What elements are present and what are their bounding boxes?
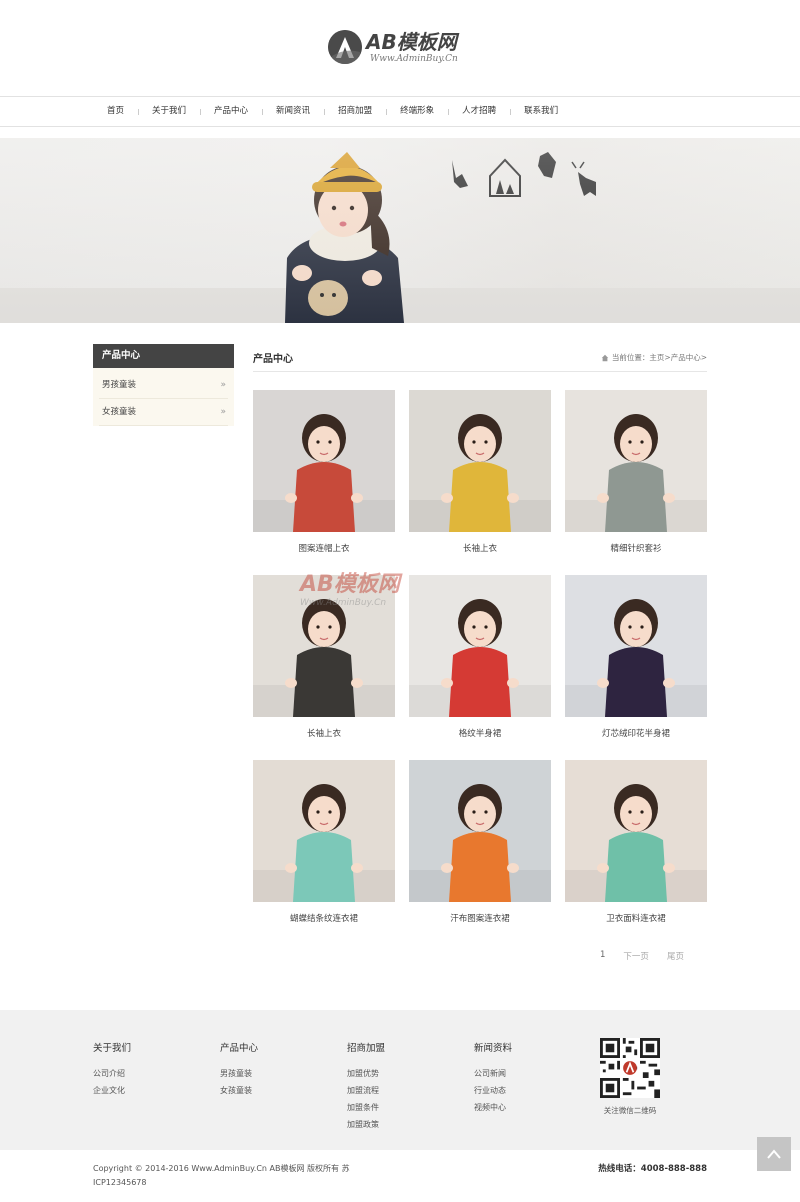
logo-icon	[328, 30, 362, 64]
product-image[interactable]	[565, 390, 707, 532]
sidebar: 产品中心 男孩童装 » 女孩童装 »	[93, 344, 234, 426]
footer-column-title[interactable]: 产品中心	[220, 1040, 258, 1054]
site-footer: 关于我们公司介绍 企业文化 产品中心男孩童装 女孩童装 招商加盟加盟优势 加盟流程 加盟条件…	[0, 1010, 800, 1150]
watermark-title: AB模板网	[300, 572, 400, 597]
qr-code-icon	[600, 1038, 660, 1098]
page-last[interactable]: 尾页	[667, 950, 684, 962]
site-header: AB模板网 Www.AdminBuy.Cn	[0, 0, 800, 96]
watermark: AB模板网 Www.AdminBuy.Cn	[300, 566, 400, 608]
product-image[interactable]	[253, 760, 395, 902]
nav-item[interactable]: 终端形象	[386, 97, 448, 126]
footer-link[interactable]: 行业动态	[474, 1082, 512, 1099]
nav-item[interactable]: 招商加盟	[324, 97, 386, 126]
product-caption[interactable]: 长袖上衣	[253, 727, 395, 739]
breadcrumb-home[interactable]: 主页	[649, 352, 664, 363]
logo-subtitle: Www.AdminBuy.Cn	[370, 54, 458, 64]
product-caption[interactable]: 图案连帽上衣	[253, 542, 395, 554]
footer-link[interactable]: 女孩童装	[220, 1082, 258, 1099]
footer-column-title[interactable]: 关于我们	[93, 1040, 131, 1054]
main-content: 产品中心 当前位置： 主页 > 产品中心 > 图案连帽上衣 长袖上衣 精细针织套衫长…	[253, 344, 707, 924]
product-image[interactable]	[253, 390, 395, 532]
breadcrumb-tail: >	[700, 353, 707, 362]
footer-column: 关于我们公司介绍 企业文化	[93, 1040, 131, 1099]
breadcrumb-current[interactable]: 产品中心	[671, 352, 701, 363]
product-card[interactable]: 蝴蝶结条纹连衣裙	[253, 760, 395, 924]
product-caption[interactable]: 蝴蝶结条纹连衣裙	[253, 912, 395, 924]
product-image[interactable]	[409, 760, 551, 902]
product-image[interactable]	[409, 575, 551, 717]
product-card[interactable]: 汗布图案连衣裙	[409, 760, 551, 924]
main-header: 产品中心 当前位置： 主页 > 产品中心 >	[253, 344, 707, 372]
product-image[interactable]	[565, 760, 707, 902]
footer-link[interactable]: 加盟优势	[347, 1065, 385, 1082]
footer-link[interactable]: 加盟流程	[347, 1082, 385, 1099]
hero-banner[interactable]	[0, 138, 800, 323]
nav-item[interactable]: 关于我们	[138, 97, 200, 126]
product-caption[interactable]: 汗布图案连衣裙	[409, 912, 551, 924]
copyright: Copyright © 2014-2016 Www.AdminBuy.Cn AB…	[93, 1164, 350, 1187]
breadcrumb-prefix: 当前位置：	[611, 353, 650, 362]
footer-column-title[interactable]: 新闻资料	[474, 1040, 512, 1054]
product-caption[interactable]: 卫衣面料连衣裙	[565, 912, 707, 924]
sidebar-item[interactable]: 女孩童装 »	[99, 399, 228, 426]
footer-column: 产品中心男孩童装 女孩童装	[220, 1040, 258, 1099]
nav-item[interactable]: 联系我们	[510, 97, 572, 126]
hotline: 热线电话：4008-888-888	[598, 1164, 707, 1174]
product-card[interactable]: 精细针织套衫	[565, 390, 707, 554]
product-card[interactable]: 图案连帽上衣	[253, 390, 395, 554]
home-icon	[601, 354, 609, 361]
logo-title: AB模板网	[366, 30, 457, 54]
footer-column-title[interactable]: 招商加盟	[347, 1040, 385, 1054]
sidebar-item-label: 女孩童装	[102, 407, 137, 417]
footer-column: 招商加盟加盟优势 加盟流程 加盟条件 加盟政策	[347, 1040, 385, 1133]
product-card[interactable]: 卫衣面料连衣裙	[565, 760, 707, 924]
nav-item[interactable]: 人才招聘	[448, 97, 510, 126]
product-image[interactable]	[565, 575, 707, 717]
product-caption[interactable]: 精细针织套衫	[565, 542, 707, 554]
page-next[interactable]: 下一页	[623, 950, 649, 962]
sidebar-item[interactable]: 男孩童装 »	[99, 372, 228, 399]
footer-column: 新闻资料公司新闻 行业动态 视频中心	[474, 1040, 512, 1116]
sidebar-item-label: 男孩童装	[102, 380, 137, 390]
site-logo[interactable]: AB模板网 Www.AdminBuy.Cn	[328, 30, 478, 70]
footer-link[interactable]: 公司介绍	[93, 1065, 131, 1082]
pagination: 1 下一页 尾页	[600, 950, 702, 962]
footer-link[interactable]: 视频中心	[474, 1099, 512, 1116]
product-card[interactable]: 格纹半身裙	[409, 575, 551, 739]
footer-link[interactable]: 企业文化	[93, 1082, 131, 1099]
wechat-qr: 关注微信二维码	[600, 1038, 660, 1116]
product-image[interactable]	[409, 390, 551, 532]
page-title: 产品中心	[253, 354, 293, 365]
back-to-top-button[interactable]	[757, 1137, 791, 1171]
chevron-right-icon: »	[220, 380, 226, 390]
footer-link[interactable]: 公司新闻	[474, 1065, 512, 1082]
sidebar-title: 产品中心	[93, 344, 234, 368]
breadcrumb: 当前位置： 主页 > 产品中心 >	[601, 352, 707, 363]
nav-item[interactable]: 首页	[93, 97, 138, 126]
product-caption[interactable]: 长袖上衣	[409, 542, 551, 554]
product-caption[interactable]: 格纹半身裙	[409, 727, 551, 739]
sidebar-list: 男孩童装 » 女孩童装 »	[93, 368, 234, 426]
page-current[interactable]: 1	[600, 950, 605, 962]
footer-link[interactable]: 男孩童装	[220, 1065, 258, 1082]
nav-item[interactable]: 产品中心	[200, 97, 262, 126]
qr-caption: 关注微信二维码	[603, 1106, 657, 1115]
product-card[interactable]: 长袖上衣	[409, 390, 551, 554]
nav-item[interactable]: 新闻资讯	[262, 97, 324, 126]
main-nav: 首页 关于我们 产品中心 新闻资讯 招商加盟 终端形象 人才招聘 联系我们	[0, 96, 800, 127]
footer-link[interactable]: 加盟条件	[347, 1099, 385, 1116]
product-card[interactable]: 灯芯绒印花半身裙	[565, 575, 707, 739]
footer-link[interactable]: 加盟政策	[347, 1116, 385, 1133]
watermark-subtitle: Www.AdminBuy.Cn	[300, 598, 387, 608]
chevron-right-icon: »	[220, 407, 226, 417]
chevron-up-icon	[767, 1149, 781, 1159]
product-caption[interactable]: 灯芯绒印花半身裙	[565, 727, 707, 739]
